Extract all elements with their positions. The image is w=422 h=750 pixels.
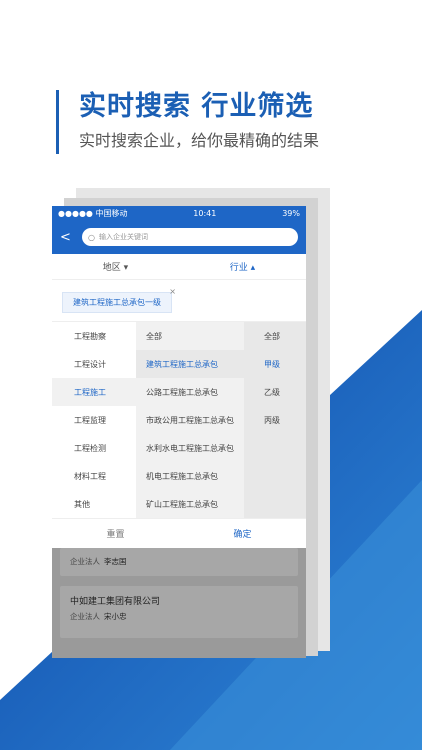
back-arrow-icon[interactable]: < (60, 230, 78, 245)
legal-person: 企业法人 李志国 (60, 548, 298, 567)
chip-label: 建筑工程施工总承包一级 (73, 298, 161, 307)
company-name: 中如建工集团有限公司 (70, 597, 161, 607)
filter-region[interactable]: 地区 ▾ (52, 260, 179, 273)
legal-person-name: 李志国 (104, 557, 127, 566)
subcategory-item[interactable]: 矿山工程施工总承包 (136, 490, 244, 518)
category-item[interactable]: 工程设计 (52, 350, 136, 378)
grade-item-selected[interactable]: 甲级 (244, 350, 306, 378)
subcategory-item[interactable]: 全部 (136, 322, 244, 350)
category-item-selected[interactable]: 工程施工 (52, 378, 136, 406)
legal-person-label: 企业法人 (70, 612, 100, 621)
grade-item[interactable]: 丙级 (244, 406, 306, 434)
subcategory-item[interactable]: 市政公用工程施工总承包 (136, 406, 244, 434)
category-item[interactable]: 工程勘察 (52, 322, 136, 350)
subcategory-list: 全部 建筑工程施工总承包 公路工程施工总承包 市政公用工程施工总承包 水利水电工… (136, 322, 244, 518)
company-card[interactable]: 企业法人 李志国 (60, 548, 298, 576)
battery-label: 39% (282, 208, 300, 218)
legal-person-label: 企业法人 (70, 557, 100, 566)
subcategory-item[interactable]: 水利水电工程施工总承包 (136, 434, 244, 462)
confirm-button[interactable]: 确定 (179, 527, 306, 540)
carrier-label: ●●●●● 中国移动 (58, 208, 128, 218)
grade-list: 全部 甲级 乙级 丙级 (244, 322, 306, 518)
company-card[interactable]: 中如建工集团有限公司 企业法人 宋小忠 (60, 586, 298, 638)
clock-label: 10:41 (193, 208, 217, 218)
app-screenshot: 实时搜索 行业筛选 实时搜索企业，给你最精确的结果 ●●●●● 中国移动 10:… (0, 0, 422, 750)
reset-button[interactable]: 重置 (52, 527, 179, 540)
selected-filters: 建筑工程施工总承包一级 × (52, 280, 306, 322)
status-bar: ●●●●● 中国移动 10:41 39% (52, 206, 306, 220)
hero-headline: 实时搜索 行业筛选 实时搜索企业，给你最精确的结果 (56, 90, 319, 154)
grade-item[interactable]: 乙级 (244, 378, 306, 406)
category-item[interactable]: 工程检测 (52, 434, 136, 462)
nav-bar: < ○ 输入企业关键词 (52, 220, 306, 254)
phone-screen: ●●●●● 中国移动 10:41 39% < ○ 输入企业关键词 地区 ▾ 行业… (52, 206, 306, 658)
selected-filter-chip[interactable]: 建筑工程施工总承包一级 × (62, 287, 176, 313)
industry-picker: 工程勘察 工程设计 工程施工 工程监理 工程检测 材料工程 其他 全部 建筑工程… (52, 322, 306, 518)
category-item[interactable]: 其他 (52, 490, 136, 518)
dimmed-results-overlay: 企业法人 李志国 中如建工集团有限公司 企业法人 宋小忠 (52, 548, 306, 658)
filter-industry[interactable]: 行业 ▴ (179, 260, 306, 273)
grade-item[interactable]: 全部 (244, 322, 306, 350)
category-item[interactable]: 材料工程 (52, 462, 136, 490)
category-list: 工程勘察 工程设计 工程施工 工程监理 工程检测 材料工程 其他 (52, 322, 136, 518)
search-input[interactable]: ○ 输入企业关键词 (82, 228, 298, 246)
hero-subtitle: 实时搜索企业，给你最精确的结果 (79, 131, 320, 150)
close-icon[interactable]: × (169, 287, 176, 296)
filter-tabs: 地区 ▾ 行业 ▴ (52, 254, 306, 280)
subcategory-item[interactable]: 公路工程施工总承包 (136, 378, 244, 406)
picker-actions: 重置 确定 (52, 518, 306, 548)
search-placeholder: 输入企业关键词 (98, 233, 148, 241)
subcategory-item-selected[interactable]: 建筑工程施工总承包 (136, 350, 244, 378)
legal-person: 企业法人 宋小忠 (60, 611, 298, 622)
hero-title: 实时搜索 行业筛选 (79, 91, 314, 122)
category-item[interactable]: 工程监理 (52, 406, 136, 434)
legal-person-name: 宋小忠 (104, 612, 127, 621)
subcategory-item[interactable]: 机电工程施工总承包 (136, 462, 244, 490)
search-icon: ○ (88, 232, 95, 242)
